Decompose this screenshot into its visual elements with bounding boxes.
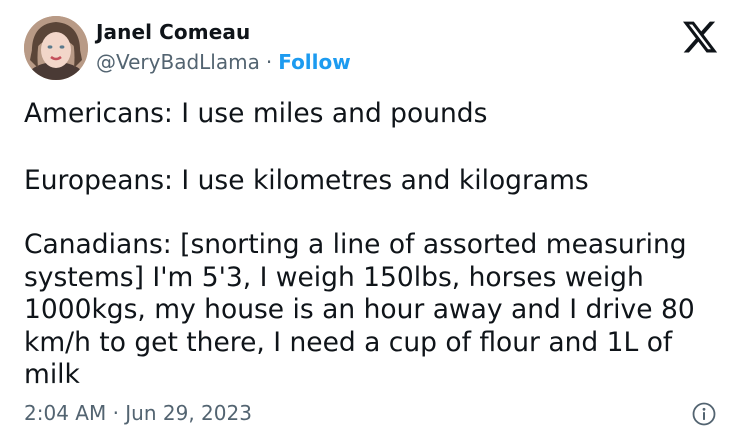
- tweet-paragraph-2: Europeans: I use kilometres and kilogram…: [24, 165, 589, 196]
- tweet-line: Canadians: [snorting a line of assorted …: [24, 229, 687, 260]
- tweet-card: Janel Comeau @VeryBadLlama · Follow Americ…: [0, 0, 740, 440]
- tweet-line: milk: [24, 359, 80, 390]
- tweet-line: km/h to get there, I need a cup of flour…: [24, 326, 673, 358]
- author-handle[interactable]: @VeryBadLlama: [96, 50, 260, 74]
- follow-button[interactable]: Follow: [278, 50, 351, 74]
- tweet-line: systems] I'm 5'3, I weigh 150lbs, horses…: [24, 261, 644, 293]
- avatar[interactable]: [24, 16, 88, 80]
- author-name[interactable]: Janel Comeau: [96, 20, 250, 44]
- timestamp[interactable]: 2:04 AM · Jun 29, 2023: [24, 401, 252, 425]
- info-icon[interactable]: [691, 401, 717, 427]
- separator: ·: [265, 50, 273, 74]
- tweet-line: 1000kgs, my house is an hour away and I …: [24, 294, 695, 325]
- author-line: @VeryBadLlama · Follow: [96, 50, 351, 74]
- x-logo-icon[interactable]: [681, 18, 719, 56]
- tweet-paragraph-1: Americans: I use miles and pounds: [24, 98, 488, 129]
- tweet-paragraph-3: Canadians: [snorting a line of assorted …: [24, 229, 724, 392]
